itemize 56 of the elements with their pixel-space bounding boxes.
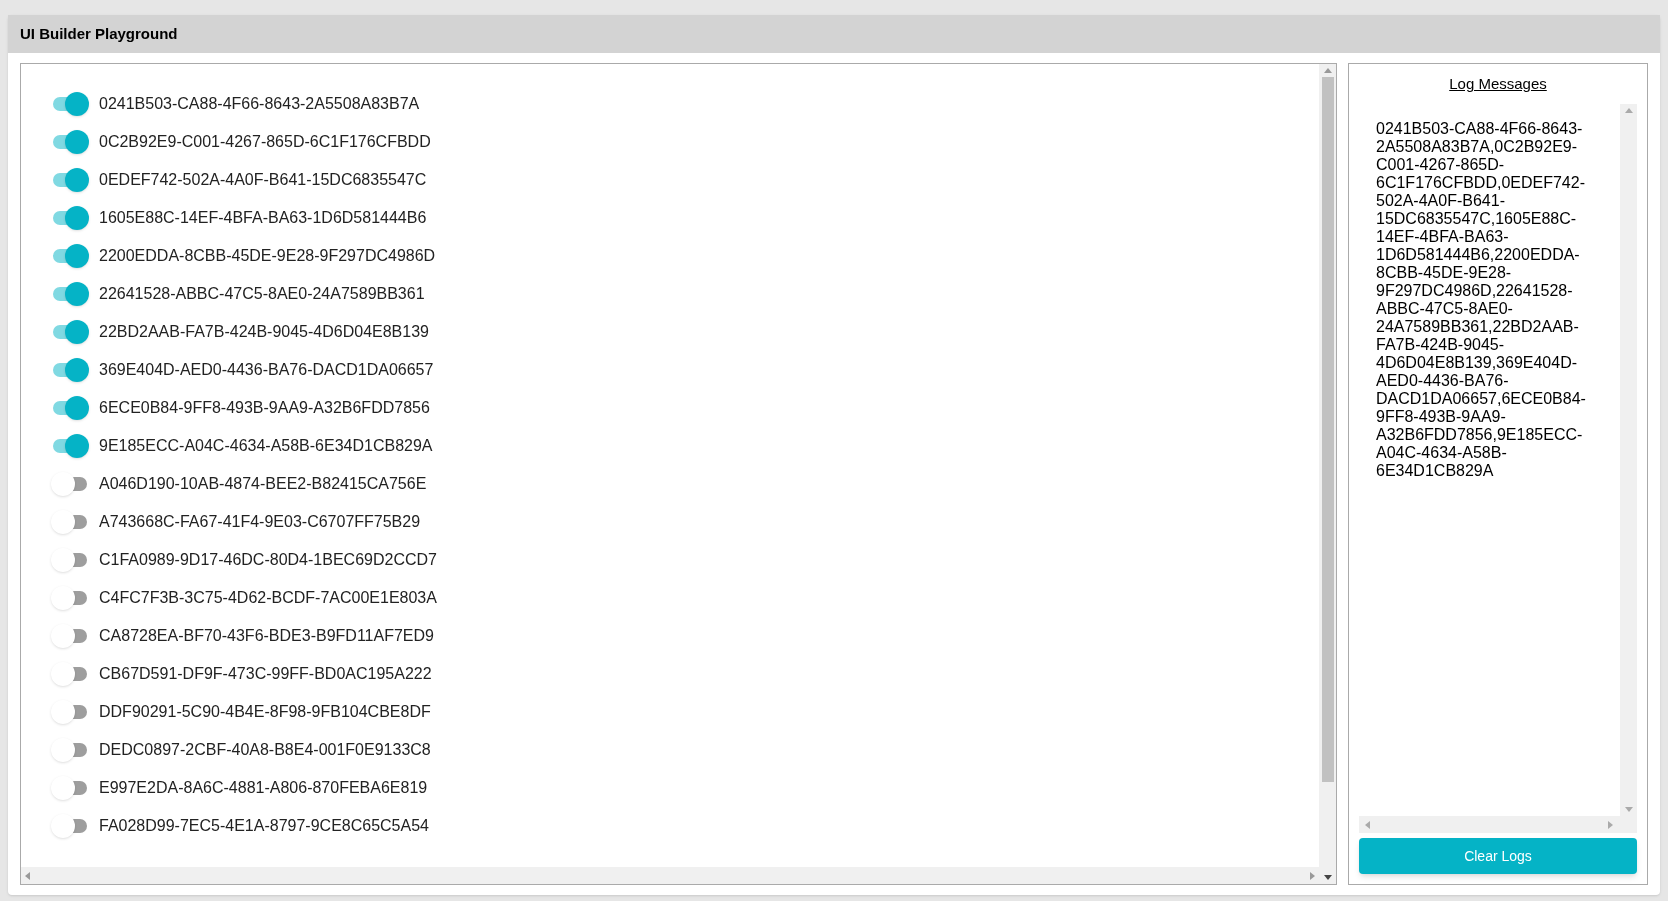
toggle-switch[interactable]: [51, 472, 89, 496]
toggle-label: 0C2B92E9-C001-4267-865D-6C1F176CFBDD: [99, 132, 431, 152]
window-title: UI Builder Playground: [20, 23, 178, 44]
toggle-switch[interactable]: [51, 358, 89, 382]
toggle-label: 0241B503-CA88-4F66-8643-2A5508A83B7A: [99, 94, 420, 114]
toggle-switch[interactable]: [51, 548, 89, 572]
scroll-right-icon[interactable]: [1310, 871, 1315, 880]
toggle-label: 0EDEF742-502A-4A0F-B641-15DC6835547C: [99, 170, 427, 190]
toggle-switch[interactable]: [51, 510, 89, 534]
toggle-switch[interactable]: [51, 738, 89, 762]
horizontal-scrollbar[interactable]: [21, 867, 1319, 884]
toggle-switch[interactable]: [51, 814, 89, 838]
toggle-label: CB67D591-DF9F-473C-99FF-BD0AC195A222: [99, 664, 432, 684]
toggle-switch[interactable]: [51, 244, 89, 268]
toggle-switch[interactable]: [51, 130, 89, 154]
log-vertical-scrollbar[interactable]: [1620, 104, 1637, 816]
log-horizontal-scrollbar[interactable]: [1359, 816, 1637, 833]
vertical-scrollbar[interactable]: [1319, 64, 1336, 884]
toggle-switch[interactable]: [51, 320, 89, 344]
toggle-label: DDF90291-5C90-4B4E-8F98-9FB104CBE8DF: [99, 702, 431, 722]
toggle-label: 6ECE0B84-9FF8-493B-9AA9-A32B6FDD7856: [99, 398, 430, 418]
toggle-label: 369E404D-AED0-4436-BA76-DACD1DA06657: [99, 360, 434, 380]
toggle-label: CA8728EA-BF70-43F6-BDE3-B9FD11AF7ED9: [99, 626, 434, 646]
scrollbar-thumb[interactable]: [1321, 77, 1334, 782]
toggle-label: 22641528-ABBC-47C5-8AE0-24A7589BB361: [99, 284, 425, 304]
toggle-label: FA028D99-7EC5-4E1A-8797-9CE8C65C5A54: [99, 816, 429, 836]
scroll-up-icon[interactable]: [1323, 68, 1332, 73]
toggle-switch[interactable]: [51, 282, 89, 306]
toggle-switch[interactable]: [51, 206, 89, 230]
toggle-label: A046D190-10AB-4874-BEE2-B82415CA756E: [99, 474, 427, 494]
toggle-switch[interactable]: [51, 168, 89, 192]
toggle-label: A743668C-FA67-41F4-9E03-C6707FF75B29: [99, 512, 421, 532]
toggle-label: DEDC0897-2CBF-40A8-B8E4-001F0E9133C8: [99, 740, 431, 760]
scroll-down-icon[interactable]: [1323, 875, 1332, 880]
toggle-label: E997E2DA-8A6C-4881-A806-870FEBA6E819: [99, 778, 428, 798]
toggle-switch[interactable]: [51, 662, 89, 686]
clear-logs-button[interactable]: Clear Logs: [1359, 838, 1637, 874]
scroll-left-icon[interactable]: [1365, 820, 1370, 829]
scroll-left-icon[interactable]: [25, 871, 30, 880]
toggle-label: 2200EDDA-8CBB-45DE-9E28-9F297DC4986D: [99, 246, 436, 266]
toggle-switch[interactable]: [51, 624, 89, 648]
toggle-switch[interactable]: [51, 92, 89, 116]
toggle-switch[interactable]: [51, 434, 89, 458]
toggle-label: C4FC7F3B-3C75-4D62-BCDF-7AC00E1E803A: [99, 588, 437, 608]
toggle-label: C1FA0989-9D17-46DC-80D4-1BEC69D2CCD7: [99, 550, 437, 570]
log-text: 0241B503-CA88-4F66-8643-2A5508A83B7A,0C2B92E9-C001-4267-865D-6C1F176CFBDD,0EDEF742-502A-4A0F-B641-15DC6835547C,1605E88C-14EF-4BFA-BA63-1D6D581444B6,2200EDDA-8CBB-45DE-9E28-9F297DC4986D,22641528-ABBC-47C5-8AE0-24A7589BB361,22BD2AAB-FA7B-424B-9045-4D6D04E8B139,369E404D-AED0-4436-BA76-DACD1DA06657,6ECE0B84-9FF8-493B-9AA9-A32B6FDD7856,9E185ECC-A04C-4634-A58B-6E34D1CB829A: [1376, 120, 1587, 480]
log-title: Log Messages: [1449, 75, 1547, 92]
toggle-switch[interactable]: [51, 396, 89, 420]
toggle-switch[interactable]: [51, 776, 89, 800]
scroll-up-icon[interactable]: [1624, 108, 1633, 113]
scroll-right-icon[interactable]: [1608, 820, 1613, 829]
toggle-label: 1605E88C-14EF-4BFA-BA63-1D6D581444B6: [99, 208, 427, 228]
toggle-label: 9E185ECC-A04C-4634-A58B-6E34D1CB829A: [99, 436, 433, 456]
toggle-switch[interactable]: [51, 700, 89, 724]
toggle-label: 22BD2AAB-FA7B-424B-9045-4D6D04E8B139: [99, 322, 429, 342]
toggle-switch[interactable]: [51, 586, 89, 610]
